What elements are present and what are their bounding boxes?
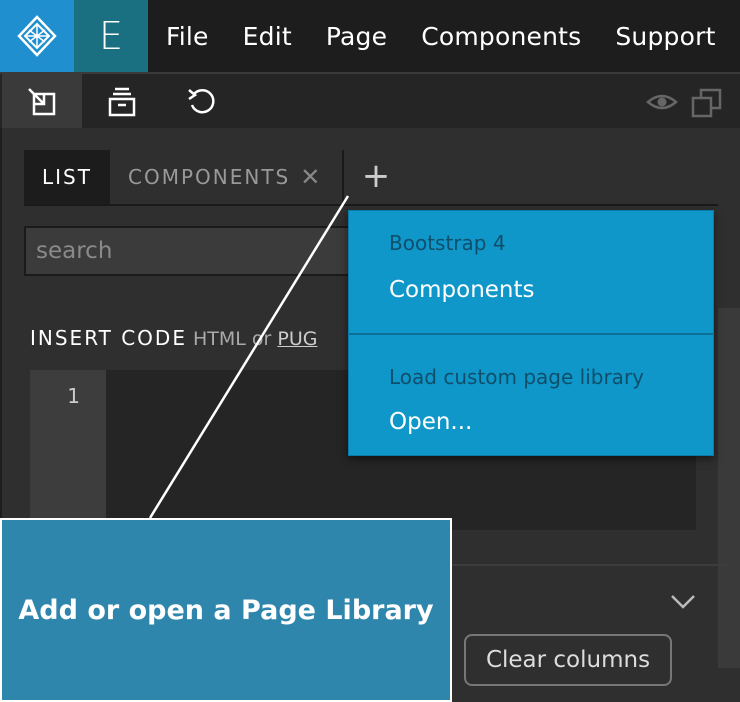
undo-icon: [188, 89, 215, 114]
eye-icon: [646, 94, 678, 110]
pinegrow-logo-icon[interactable]: [0, 0, 74, 72]
import-button[interactable]: [2, 74, 82, 130]
pug-link[interactable]: PUG: [277, 328, 317, 350]
dropdown-header-custom-library: Load custom page library: [389, 365, 644, 389]
import-icon: [28, 88, 56, 116]
line-number: 1: [67, 384, 80, 408]
editor-tab[interactable]: E: [74, 0, 148, 72]
tool-bar: [0, 72, 740, 130]
dropdown-divider: [349, 333, 713, 335]
menu-components[interactable]: Components: [421, 22, 581, 51]
chevron-down-icon[interactable]: [668, 586, 698, 616]
line-number-gutter: 1: [30, 370, 106, 530]
menu-page[interactable]: Page: [326, 22, 387, 51]
tab-components-label: COMPONENTS: [128, 165, 291, 189]
tab-separator: [342, 150, 344, 204]
tab-list[interactable]: LIST: [24, 150, 110, 204]
menu-file[interactable]: File: [166, 22, 209, 51]
panel-tabs: LIST COMPONENTS ✕ +: [24, 150, 718, 206]
plus-icon: +: [361, 156, 391, 196]
editor-tab-letter: E: [98, 14, 123, 58]
dropdown-item-open[interactable]: Open...: [389, 409, 472, 435]
menu-bar: E File Edit Page Components Support: [0, 0, 740, 72]
search-input[interactable]: [24, 226, 384, 276]
or-text: or: [251, 328, 272, 350]
menu-support[interactable]: Support: [615, 22, 715, 51]
menu-edit[interactable]: Edit: [243, 22, 292, 51]
insert-code-label: INSERT CODE: [30, 326, 187, 350]
add-library-button[interactable]: +: [358, 154, 394, 198]
insert-code-heading: INSERT CODE HTML or PUG: [30, 326, 317, 350]
undo-button[interactable]: [162, 74, 242, 130]
close-icon[interactable]: ✕: [300, 163, 320, 191]
callout-text: Add or open a Page Library: [18, 594, 434, 626]
tooltip-callout: Add or open a Page Library: [0, 518, 452, 702]
dropdown-header-bootstrap: Bootstrap 4: [389, 231, 506, 255]
tab-components[interactable]: COMPONENTS ✕: [128, 150, 320, 204]
clear-columns-button[interactable]: Clear columns: [464, 634, 672, 686]
html-option: HTML: [192, 328, 246, 350]
duplicate-icon: [691, 88, 722, 118]
dropdown-item-components[interactable]: Components: [389, 277, 535, 303]
library-button[interactable]: [82, 74, 162, 130]
main-menu: File Edit Page Components Support: [166, 0, 740, 72]
library-icon: [108, 87, 136, 117]
panel-scrollbar[interactable]: [718, 308, 740, 668]
preview-button[interactable]: [646, 86, 678, 122]
duplicate-button[interactable]: [690, 86, 724, 124]
tab-list-label: LIST: [42, 165, 92, 189]
add-library-dropdown: Bootstrap 4 Components Load custom page …: [348, 210, 714, 456]
